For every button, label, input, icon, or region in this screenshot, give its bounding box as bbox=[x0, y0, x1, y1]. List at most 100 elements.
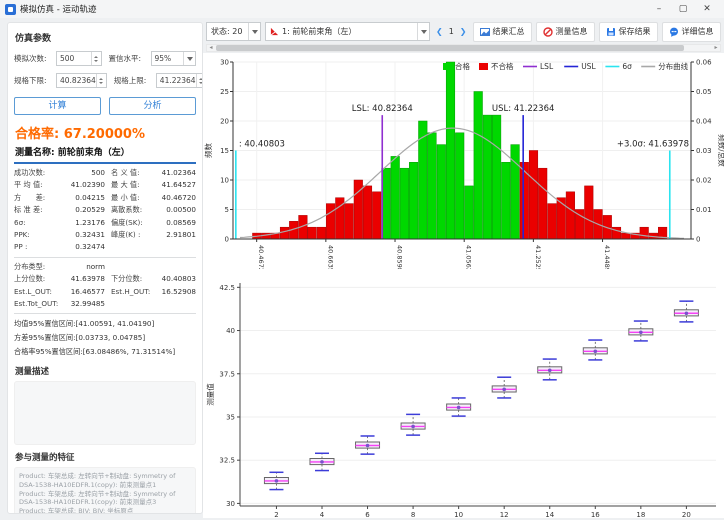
scrollbar-thumb[interactable] bbox=[216, 45, 684, 51]
features-list: Product: 车架总成: 左转向节+制动盘: Symmetry of DSA… bbox=[14, 467, 196, 514]
svg-text:2: 2 bbox=[274, 511, 278, 518]
svg-text:LSL: LSL bbox=[540, 62, 554, 71]
ci-line: 方差95%置信区间:[0.03733, 0.04785] bbox=[14, 331, 196, 345]
horizontal-scrollbar[interactable]: ◂ ▸ bbox=[206, 44, 721, 52]
save-icon bbox=[606, 27, 616, 37]
confidence-intervals: 均值95%置信区间:[41.00591, 41.04190]方差95%置信区间:… bbox=[14, 317, 196, 359]
boxplot-svg: 3032.53537.54042.52468101214161820测量值 bbox=[203, 270, 724, 518]
svg-text:12: 12 bbox=[500, 511, 509, 518]
chevron-down-icon[interactable] bbox=[417, 23, 429, 40]
lsl-stepper[interactable]: 40.82364 bbox=[56, 73, 107, 88]
svg-text:40.46720: 40.46720 bbox=[257, 245, 265, 269]
scroll-right-icon[interactable]: ▸ bbox=[712, 45, 720, 51]
lsl-label: 规格下限: bbox=[14, 75, 56, 86]
svg-text:+3.0σ: 41.63978: +3.0σ: 41.63978 bbox=[617, 140, 689, 150]
feature-item: Product: 车架总成: BIV: BIV: 坐标原点 bbox=[19, 507, 191, 514]
calculate-button[interactable]: 计算 bbox=[14, 97, 101, 115]
svg-text:测量值: 测量值 bbox=[205, 383, 215, 406]
chart-toolbar: 状态: 20 1: 前轮前束角（左） ❮ 1 ❯ 结果汇总 测量信息 保存结果 bbox=[206, 21, 724, 42]
angle-measure-icon bbox=[270, 27, 279, 36]
description-label: 测量描述 bbox=[15, 365, 196, 377]
svg-text:10: 10 bbox=[454, 511, 463, 518]
svg-text:30: 30 bbox=[226, 500, 235, 508]
sim-count-label: 模拟次数: bbox=[14, 53, 56, 64]
svg-text:0.04: 0.04 bbox=[696, 118, 712, 126]
svg-text:37.5: 37.5 bbox=[219, 370, 235, 378]
dist-row: Est.L_OUT:16.46577Est.H_OUT:16.52908 bbox=[14, 286, 196, 298]
stat-row: PP :0.32474 bbox=[14, 241, 196, 253]
svg-text:14: 14 bbox=[545, 511, 554, 518]
minimize-icon[interactable]: – bbox=[647, 4, 671, 14]
dist-row: 上分位数:41.63978下分位数:40.40803 bbox=[14, 273, 196, 285]
features-label: 参与测量的特征 bbox=[15, 451, 196, 463]
svg-text:16: 16 bbox=[591, 511, 600, 518]
pass-rate-value: 合格率: 67.20000% bbox=[15, 123, 196, 142]
svg-text:0.03: 0.03 bbox=[696, 147, 712, 155]
svg-text:LSL: 40.82364: LSL: 40.82364 bbox=[352, 104, 413, 114]
measurement-select[interactable]: 1: 前轮前束角（左） bbox=[265, 22, 430, 41]
svg-text:分布曲线: 分布曲线 bbox=[658, 61, 688, 71]
state-select[interactable]: 状态: 20 bbox=[206, 22, 261, 41]
svg-text:4: 4 bbox=[320, 511, 325, 518]
svg-text:30: 30 bbox=[220, 59, 229, 67]
svg-text:40.85989: 40.85989 bbox=[396, 245, 404, 269]
close-icon[interactable]: ✕ bbox=[695, 4, 719, 14]
svg-text:频数/总数: 频数/总数 bbox=[717, 134, 724, 167]
stat-row: 6σ:1.23176偏度(SK):0.08569 bbox=[14, 217, 196, 229]
svg-text:0: 0 bbox=[225, 236, 229, 244]
svg-text:20: 20 bbox=[220, 118, 229, 126]
svg-text:5: 5 bbox=[225, 206, 229, 214]
svg-text:频数: 频数 bbox=[203, 143, 213, 158]
histogram-chart: LSL: 40.82364 USL: 41.22364 : 40.40803 +3.0… bbox=[203, 55, 724, 269]
stat-row: 成功次数:500名 义 值:41.02364 bbox=[14, 167, 196, 179]
dist-row: 分布类型:norm bbox=[14, 261, 196, 273]
stat-row: PPK:0.32431峰度(K) :2.91801 bbox=[14, 229, 196, 241]
svg-text:10: 10 bbox=[220, 177, 229, 185]
prev-page-icon[interactable]: ❮ bbox=[436, 27, 443, 36]
stepper-arrows-icon[interactable] bbox=[96, 74, 106, 87]
chevron-down-icon[interactable] bbox=[183, 52, 195, 65]
chevron-down-icon[interactable] bbox=[248, 23, 260, 40]
stat-row: 平 均 值:41.02390最 大 值:41.64527 bbox=[14, 179, 196, 191]
simulation-panel: 仿真参数 模拟次数: 500 置信水平: 95% 规格下限: 40.82364 … bbox=[7, 22, 203, 514]
svg-text:: 40.40803: : 40.40803 bbox=[239, 140, 285, 150]
result-summary-button[interactable]: 结果汇总 bbox=[473, 22, 532, 42]
boxplot-chart: 3032.53537.54042.52468101214161820测量值 bbox=[203, 270, 724, 518]
page-number: 1 bbox=[449, 27, 454, 36]
svg-text:40: 40 bbox=[226, 327, 235, 335]
svg-text:42.5: 42.5 bbox=[219, 284, 235, 292]
next-page-icon[interactable]: ❯ bbox=[460, 27, 467, 36]
svg-text:USL: USL bbox=[581, 62, 596, 71]
svg-text:25: 25 bbox=[220, 88, 229, 96]
details-button[interactable]: 详细信息 bbox=[662, 22, 721, 42]
divider bbox=[14, 162, 196, 164]
svg-text:35: 35 bbox=[226, 413, 235, 421]
analyze-button[interactable]: 分析 bbox=[109, 97, 196, 115]
ci-line: 均值95%置信区间:[41.00591, 41.04190] bbox=[14, 317, 196, 331]
svg-text:15: 15 bbox=[220, 147, 229, 155]
measurement-name: 测量名称: 前轮前束角（左） bbox=[15, 145, 196, 158]
measure-info-button[interactable]: 测量信息 bbox=[536, 22, 595, 42]
svg-text:0.06: 0.06 bbox=[696, 59, 712, 67]
window-title: 模拟仿真 - 运动轨迹 bbox=[20, 3, 96, 15]
description-textarea[interactable] bbox=[14, 381, 196, 445]
usl-stepper[interactable]: 41.22364 bbox=[156, 73, 203, 88]
svg-text:20: 20 bbox=[682, 511, 691, 518]
measure-info-icon bbox=[543, 27, 553, 37]
confidence-select[interactable]: 95% bbox=[151, 51, 197, 66]
scroll-left-icon[interactable]: ◂ bbox=[207, 45, 215, 51]
svg-text:0.05: 0.05 bbox=[696, 88, 712, 96]
summary-icon bbox=[480, 27, 490, 37]
stepper-arrows-icon[interactable] bbox=[91, 52, 101, 65]
statistics-table: 成功次数:500名 义 值:41.02364平 均 值:41.02390最 大 … bbox=[14, 167, 196, 254]
usl-label: 规格上限: bbox=[114, 75, 156, 86]
save-results-button[interactable]: 保存结果 bbox=[599, 22, 658, 42]
svg-text:USL: 41.22364: USL: 41.22364 bbox=[492, 104, 554, 114]
sim-count-stepper[interactable]: 500 bbox=[56, 51, 102, 66]
details-icon bbox=[669, 27, 679, 37]
ci-line: 合格率95%置信区间:[63.08486%, 71.31514%] bbox=[14, 345, 196, 359]
stepper-arrows-icon[interactable] bbox=[196, 74, 203, 87]
maximize-icon[interactable]: ▢ bbox=[671, 4, 695, 14]
svg-text:40.66354: 40.66354 bbox=[326, 245, 334, 269]
svg-text:18: 18 bbox=[636, 511, 645, 518]
